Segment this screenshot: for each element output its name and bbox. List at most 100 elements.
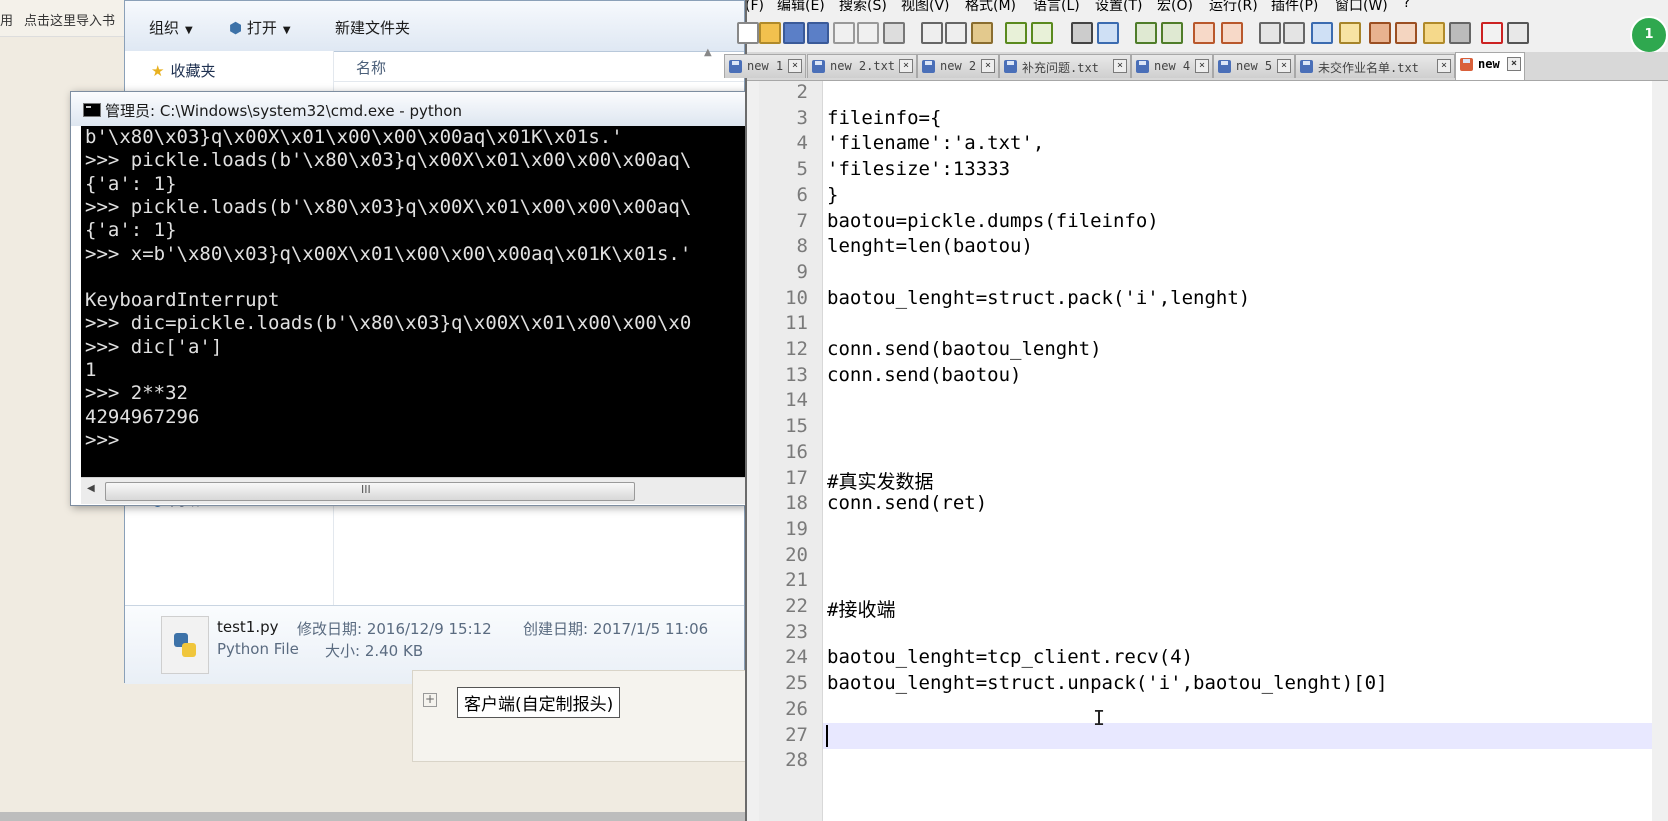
- find-icon[interactable]: [1071, 22, 1093, 44]
- scrollbar-grip: III: [361, 483, 371, 496]
- menu-item[interactable]: 搜索(S): [839, 0, 887, 14]
- tab-7[interactable]: 未交作业名单.txt ×: [1295, 54, 1455, 78]
- menu-item[interactable]: 宏(O): [1157, 0, 1193, 14]
- client-header-box[interactable]: 客户端(自定制报头): [457, 687, 621, 718]
- tab-close-icon[interactable]: ×: [981, 59, 995, 73]
- close-all-icon[interactable]: [857, 22, 879, 44]
- scrollbar-thumb[interactable]: III: [105, 482, 635, 501]
- tab-8[interactable]: new 3 ×: [1455, 52, 1525, 80]
- expand-plus-icon[interactable]: +: [423, 693, 437, 707]
- zoom-in-icon[interactable]: [1135, 22, 1157, 44]
- line-number: 17: [785, 466, 808, 489]
- udl-icon[interactable]: [1339, 22, 1361, 44]
- vertical-scrollbar[interactable]: [1652, 81, 1668, 821]
- zoom-out-icon[interactable]: [1161, 22, 1183, 44]
- line-number: 16: [785, 440, 808, 463]
- chevron-down-icon: ▼: [185, 25, 193, 36]
- bottom-panel: + 客户端(自定制报头): [412, 670, 747, 762]
- tab-4[interactable]: 补充问题.txt ×: [999, 54, 1131, 78]
- tab-close-icon[interactable]: ×: [1507, 57, 1521, 71]
- copy-icon[interactable]: [945, 22, 967, 44]
- stop-icon[interactable]: [1507, 22, 1529, 44]
- close-icon[interactable]: [833, 22, 855, 44]
- show-symbols-icon[interactable]: [1283, 22, 1305, 44]
- column-header[interactable]: 名称 ▲: [334, 47, 744, 82]
- tab-close-icon[interactable]: ×: [1277, 59, 1291, 73]
- menu-item[interactable]: 语言(L): [1033, 0, 1080, 14]
- line-number: 28: [785, 749, 808, 772]
- tab-close-icon[interactable]: ×: [899, 59, 913, 73]
- sync-h-icon[interactable]: [1221, 22, 1243, 44]
- text-caret: [826, 724, 828, 747]
- tab-5[interactable]: new 4 ×: [1131, 54, 1213, 78]
- code-line: conn.send(baotou_lenght): [827, 338, 1102, 360]
- background-window-titlebar: 用 点击这里导入书: [0, 0, 125, 37]
- cmd-console[interactable]: b'\x80\x03}q\x00X\x01\x00\x00\x00aq\x01K…: [81, 126, 745, 477]
- menu-item[interactable]: 窗口(W): [1335, 0, 1388, 14]
- wrap-icon[interactable]: [1259, 22, 1281, 44]
- python-icon: ⬢: [229, 19, 243, 37]
- console-line: >>>: [85, 428, 120, 451]
- console-line: 4294967296: [85, 405, 200, 428]
- function-list-icon[interactable]: [1395, 22, 1417, 44]
- tab-6[interactable]: new 5 ×: [1213, 54, 1295, 78]
- tab-close-icon[interactable]: ×: [1113, 59, 1127, 73]
- organize-button[interactable]: 组织 ▼: [149, 17, 193, 38]
- line-number: 19: [785, 517, 808, 540]
- menu-item[interactable]: 插件(P): [1271, 0, 1318, 14]
- sync-v-icon[interactable]: [1193, 22, 1215, 44]
- tab-3[interactable]: new 2 ×: [917, 54, 999, 78]
- new-file-icon[interactable]: [737, 22, 759, 44]
- code-line: #接收端: [827, 599, 896, 621]
- menu-item[interactable]: ?: [1403, 0, 1410, 11]
- cut-icon[interactable]: [921, 22, 943, 44]
- code-line: lenght=len(baotou): [827, 235, 1033, 258]
- print-icon[interactable]: [883, 22, 905, 44]
- line-number: 14: [785, 389, 808, 412]
- menu-item[interactable]: 文件(F): [747, 0, 764, 14]
- cmd-horizontal-scrollbar[interactable]: ◀ III: [81, 477, 745, 504]
- green-badge-icon[interactable]: 1: [1630, 16, 1668, 54]
- indent-guide-icon[interactable]: [1311, 22, 1333, 44]
- doc-map-icon[interactable]: [1369, 22, 1391, 44]
- chevron-down-icon: ▼: [282, 25, 291, 36]
- line-number: 12: [785, 338, 808, 360]
- menu-item[interactable]: 视图(V): [901, 0, 950, 14]
- console-line: >>> pickle.loads(b'\x80\x03}q\x00X\x01\x…: [85, 195, 692, 218]
- redo-icon[interactable]: [1031, 22, 1053, 44]
- replace-icon[interactable]: [1097, 22, 1119, 44]
- new-folder-button[interactable]: 新建文件夹: [335, 17, 410, 38]
- line-number: 8: [796, 235, 808, 258]
- cmd-titlebar[interactable]: 管理员: C:\Windows\system32\cmd.exe - pytho…: [71, 92, 745, 126]
- save-icon[interactable]: [783, 22, 805, 44]
- tab-2[interactable]: new 2.txt ×: [807, 54, 917, 78]
- line-number: 9: [796, 260, 808, 283]
- menu-item[interactable]: 编辑(E): [777, 0, 825, 14]
- line-number: 22: [785, 595, 808, 617]
- line-number: 11: [785, 312, 808, 335]
- menu-item[interactable]: 设置(T): [1095, 0, 1142, 14]
- tab-close-icon[interactable]: ×: [788, 59, 802, 73]
- open-button[interactable]: ⬢ 打开 ▼: [229, 17, 291, 38]
- paste-icon[interactable]: [971, 22, 993, 44]
- monitor-icon[interactable]: [1449, 22, 1471, 44]
- tab-1[interactable]: new 1 ×: [724, 54, 806, 78]
- scroll-left-arrow-icon[interactable]: ◀: [87, 483, 95, 494]
- menu-item[interactable]: 格式(M): [965, 0, 1016, 14]
- console-line: >>> pickle.loads(b'\x80\x03}q\x00X\x01\x…: [85, 149, 692, 172]
- menu-item[interactable]: 运行(R): [1209, 0, 1258, 14]
- line-number: 4: [796, 132, 808, 155]
- console-line: >>> dic['a']: [85, 335, 223, 358]
- save-state-icon: [729, 60, 742, 73]
- tab-close-icon[interactable]: ×: [1437, 59, 1451, 73]
- nav-item-favorites[interactable]: ★ 收藏夹: [151, 60, 215, 81]
- folder-icon[interactable]: [1423, 22, 1445, 44]
- undo-icon[interactable]: [1005, 22, 1027, 44]
- open-file-icon[interactable]: [759, 22, 781, 44]
- save-all-icon[interactable]: [807, 22, 829, 44]
- code-editor[interactable]: I fileinfo={'filename':'a.txt', 'filesize…: [823, 81, 1653, 821]
- taskbar-strip: [0, 812, 745, 821]
- record-icon[interactable]: [1481, 22, 1503, 44]
- import-link[interactable]: 点击这里导入书: [24, 10, 115, 29]
- tab-close-icon[interactable]: ×: [1195, 59, 1209, 73]
